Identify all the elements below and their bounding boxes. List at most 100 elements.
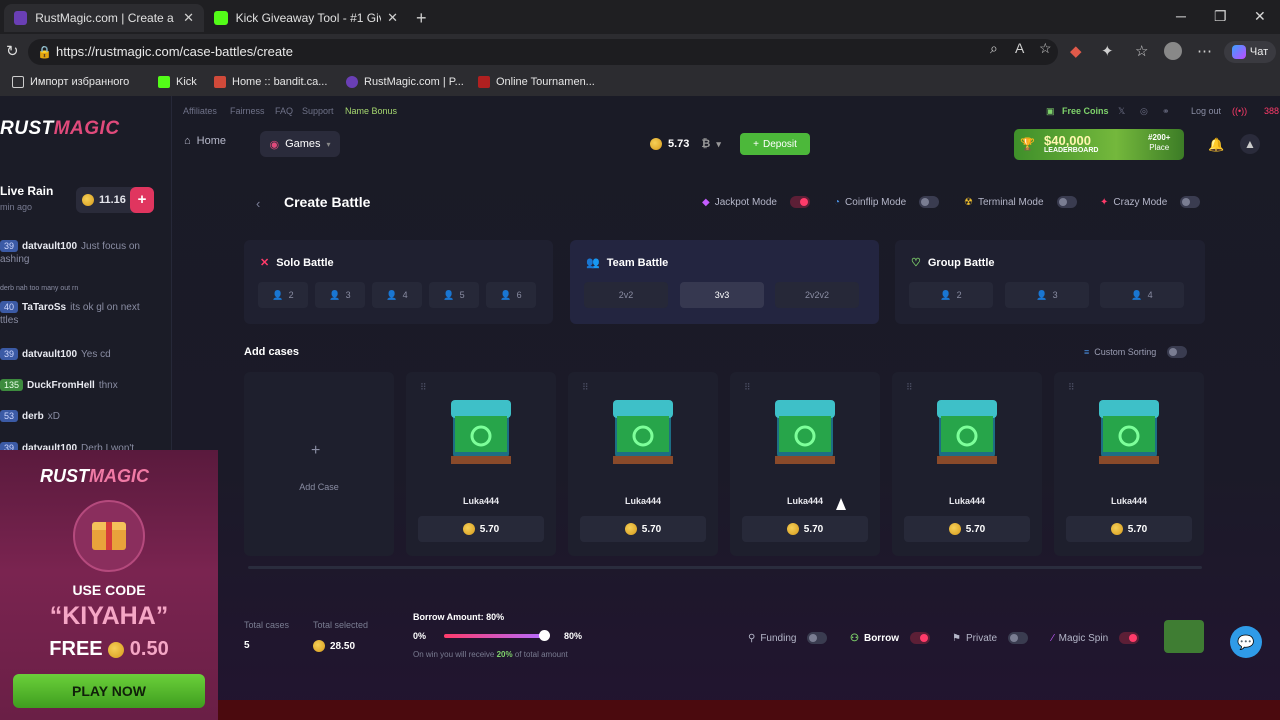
group-option-4[interactable]: 👤 4	[1100, 282, 1184, 308]
team-option-3v3[interactable]: 3v3	[680, 282, 764, 308]
link-icon[interactable]: ⚭	[1162, 106, 1170, 117]
reload-icon[interactable]: ↻	[6, 42, 19, 60]
read-aloud-icon[interactable]: A	[1015, 40, 1024, 56]
url-field[interactable]: 🔒 https://rustmagic.com/case-battles/cre…	[28, 39, 1058, 65]
case-name: Luka444	[1110, 496, 1148, 506]
close-tab-icon[interactable]: ✕	[387, 10, 398, 26]
site-logo[interactable]: RUSTMAGIC	[0, 118, 120, 140]
extension-icon[interactable]: ◆	[1070, 42, 1082, 60]
magic-spin-toggle[interactable]: ⁄ Magic Spin	[1052, 632, 1140, 644]
toggle-switch[interactable]	[1119, 632, 1140, 644]
link-support[interactable]: Support	[302, 106, 334, 116]
toggle-label: Borrow	[863, 632, 899, 644]
case-card[interactable]: ⠿ Luka444 5.70	[892, 372, 1042, 556]
profile-avatar[interactable]	[1164, 42, 1182, 60]
more-menu-icon[interactable]: ⋯	[1197, 42, 1212, 60]
solo-option-6[interactable]: 👤 6	[486, 282, 536, 308]
close-tab-icon[interactable]: ✕	[183, 10, 194, 26]
join-rain-button[interactable]: +	[130, 187, 154, 213]
drag-handle-icon[interactable]: ⠿	[582, 382, 589, 393]
solo-option-2[interactable]: 👤 2	[258, 282, 308, 308]
group-option-3[interactable]: 👤 3	[1005, 282, 1089, 308]
toggle-switch[interactable]	[1008, 632, 1029, 644]
tab-rustmagic[interactable]: RustMagic.com | Create a case bat ✕	[4, 4, 204, 32]
username[interactable]: datvault100	[22, 349, 77, 360]
funding-toggle[interactable]: ⚲ Funding	[748, 632, 828, 644]
extensions-puzzle-icon[interactable]: ✦	[1101, 42, 1114, 60]
toggle-switch[interactable]	[909, 632, 930, 644]
case-card[interactable]: ⠿ Luka444 5.70	[730, 372, 880, 556]
link-fairness[interactable]: Fairness	[230, 106, 265, 116]
leaderboard-banner[interactable]: 🏆 $40,000 LEADERBOARD #200+ Place	[1014, 129, 1184, 160]
bookmark-rustmagic[interactable]: RustMagic.com | P...	[346, 76, 464, 88]
toggle-switch[interactable]	[919, 196, 940, 208]
custom-sorting-toggle[interactable]: ≡ Custom Sorting	[1084, 346, 1188, 358]
tab-title: Kick Giveaway Tool - #1 Giveaway	[235, 11, 382, 25]
username[interactable]: datvault100	[22, 241, 77, 252]
back-chevron-icon[interactable]: ‹	[256, 196, 260, 211]
group-option-2[interactable]: 👤 2	[909, 282, 993, 308]
drag-handle-icon[interactable]: ⠿	[1068, 382, 1075, 393]
crazy-mode-toggle[interactable]: ✦ Crazy Mode	[1100, 196, 1201, 208]
username[interactable]: derb	[22, 411, 44, 422]
logout-link[interactable]: Log out	[1191, 106, 1221, 116]
favorite-star-icon[interactable]: ☆	[1039, 40, 1052, 57]
solo-option-4[interactable]: 👤 4	[372, 282, 422, 308]
avatar[interactable]: ▲	[1240, 134, 1260, 154]
case-card[interactable]: ⠿ Luka444 5.70	[568, 372, 718, 556]
bookmark-import[interactable]: Импорт избранного	[12, 76, 129, 88]
link-name-bonus[interactable]: Name Bonus	[345, 106, 397, 116]
link-faq[interactable]: FAQ	[275, 106, 293, 116]
username[interactable]: DuckFromHell	[27, 380, 95, 391]
new-tab-icon[interactable]: +	[416, 8, 427, 29]
bookmark-bandit[interactable]: Home :: bandit.ca...	[214, 76, 327, 88]
toggle-switch[interactable]	[807, 632, 828, 644]
username[interactable]: TaTaroSs	[22, 302, 66, 313]
borrow-toggle[interactable]: ⚇ Borrow	[850, 632, 930, 644]
leaderboard-place: #200+ Place	[1148, 133, 1170, 153]
horizontal-scrollbar[interactable]	[248, 566, 1202, 569]
deposit-button[interactable]: + Deposit	[740, 133, 810, 155]
case-card[interactable]: ⠿ Luka444 5.70	[1054, 372, 1204, 556]
link-affiliates[interactable]: Affiliates	[183, 106, 217, 116]
favorites-icon[interactable]: ☆	[1135, 42, 1148, 60]
toggle-switch[interactable]	[789, 196, 810, 208]
maximize-icon[interactable]: ❐	[1214, 8, 1227, 25]
close-window-icon[interactable]: ✕	[1254, 8, 1266, 25]
toggle-switch[interactable]	[1167, 346, 1188, 358]
drag-handle-icon[interactable]: ⠿	[420, 382, 427, 393]
nav-home[interactable]: ⌂ Home	[184, 135, 226, 147]
copilot-chat-button[interactable]: Чат	[1224, 41, 1276, 63]
zoom-icon[interactable]: ⌕	[990, 40, 998, 57]
bookmark-kick[interactable]: Kick	[158, 76, 197, 88]
bell-icon[interactable]: 🔔	[1208, 137, 1224, 153]
toggle-switch[interactable]	[1180, 196, 1201, 208]
coinflip-mode-toggle[interactable]: ◔ Coinflip Mode	[834, 196, 940, 208]
minimize-icon[interactable]: ─	[1176, 8, 1186, 24]
balance-display[interactable]: 5.73 ₿ ▾	[650, 138, 721, 150]
jackpot-mode-toggle[interactable]: ◆ Jackpot Mode	[702, 196, 810, 208]
private-toggle[interactable]: ⚑ Private	[952, 632, 1029, 644]
drag-handle-icon[interactable]: ⠿	[906, 382, 913, 393]
free-coins-link[interactable]: Free Coins	[1062, 106, 1109, 116]
borrow-slider[interactable]	[444, 630, 550, 641]
case-card[interactable]: ⠿ Luka444 5.70	[406, 372, 556, 556]
toggle-switch[interactable]	[1056, 196, 1077, 208]
borrow-slider-knob[interactable]	[539, 630, 550, 641]
terminal-mode-toggle[interactable]: ☢ Terminal Mode	[964, 196, 1077, 208]
add-case-button[interactable]: + Add Case	[244, 372, 394, 556]
site-info-icon[interactable]: 🔒	[37, 39, 52, 65]
support-chat-icon[interactable]: 💬	[1230, 626, 1262, 658]
sort-icon: ≡	[1084, 347, 1090, 357]
solo-option-3[interactable]: 👤 3	[315, 282, 365, 308]
twitter-icon[interactable]: 𝕏	[1118, 106, 1125, 117]
discord-icon[interactable]: ◎	[1140, 106, 1148, 117]
tab-kick[interactable]: Kick Giveaway Tool - #1 Giveaway ✕	[204, 4, 408, 32]
bookmark-tournament[interactable]: Online Tournamen...	[478, 76, 595, 88]
team-option-2v2[interactable]: 2v2	[584, 282, 668, 308]
team-option-2v2v2[interactable]: 2v2v2	[775, 282, 859, 308]
nav-games-dropdown[interactable]: ◉ Games ▾	[260, 131, 340, 157]
create-battle-button[interactable]	[1164, 620, 1204, 653]
solo-option-5[interactable]: 👤 5	[429, 282, 479, 308]
drag-handle-icon[interactable]: ⠿	[744, 382, 751, 393]
